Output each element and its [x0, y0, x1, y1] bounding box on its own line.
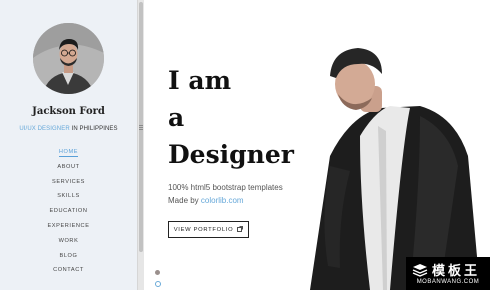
made-by-prefix: Made by [168, 196, 201, 205]
watermark-logo-icon [412, 263, 428, 277]
nav-item-skills[interactable]: SKILLS [0, 191, 137, 206]
nav-item-contact[interactable]: CONTACT [0, 265, 137, 280]
watermark-url: MOBANWANG.COM [416, 279, 480, 285]
slider-dot-active[interactable] [155, 270, 160, 275]
hero-subtitle: 100% html5 bootstrap templates Made by c… [168, 181, 283, 207]
nav-item-blog[interactable]: BLOG [0, 251, 137, 266]
watermark-title: 模板王 [432, 263, 481, 278]
nav-label: WORK [58, 237, 79, 244]
nav-label: SERVICES [52, 178, 85, 185]
role-highlight: UI/UX DESIGNER [19, 126, 70, 132]
hero-photo [310, 48, 480, 290]
nav-label: CONTACT [53, 267, 84, 274]
profile-name: Jackson Ford [32, 106, 105, 117]
role-location: IN PHILIPPINES [69, 126, 118, 132]
hero-title-line: Designer [168, 140, 294, 169]
colorlib-link[interactable]: colorlib.com [201, 196, 244, 205]
nav-label: ABOUT [57, 163, 80, 170]
watermark: 模板王 MOBANWANG.COM [406, 257, 490, 290]
nav-item-services[interactable]: SERVICES [0, 177, 137, 192]
view-portfolio-label: VIEW PORTFOLIO [173, 226, 234, 233]
nav-label: BLOG [59, 252, 78, 259]
subtitle-text: 100% html5 bootstrap templates [168, 183, 283, 192]
nav-label: EDUCATION [49, 208, 88, 215]
sidebar: Jackson Ford UI/UX DESIGNER IN PHILIPPIN… [0, 0, 137, 290]
nav-label: SKILLS [57, 193, 80, 200]
view-portfolio-button[interactable]: VIEW PORTFOLIO [168, 221, 249, 238]
external-link-icon [237, 225, 244, 234]
nav-item-education[interactable]: EDUCATION [0, 206, 137, 221]
hero-title-line: I am [168, 66, 232, 95]
hero-title: I am a Designer [168, 62, 294, 173]
slider-dot[interactable] [155, 281, 161, 287]
made-by-line: Made by colorlib.com [168, 194, 283, 207]
nav-item-work[interactable]: WORK [0, 236, 137, 251]
grip-icon [138, 124, 144, 132]
main-nav: HOME ABOUT SERVICES SKILLS EDUCATION EXP… [0, 147, 137, 280]
nav-label: EXPERIENCE [47, 222, 90, 229]
nav-label: HOME [58, 149, 79, 157]
profile-role: UI/UX DESIGNER IN PHILIPPINES [0, 126, 137, 132]
sidebar-scrollbar[interactable] [137, 0, 144, 290]
hero-title-line: a [168, 103, 185, 132]
nav-item-about[interactable]: ABOUT [0, 162, 137, 177]
avatar [33, 23, 104, 94]
nav-item-experience[interactable]: EXPERIENCE [0, 221, 137, 236]
nav-item-home[interactable]: HOME [0, 147, 137, 162]
